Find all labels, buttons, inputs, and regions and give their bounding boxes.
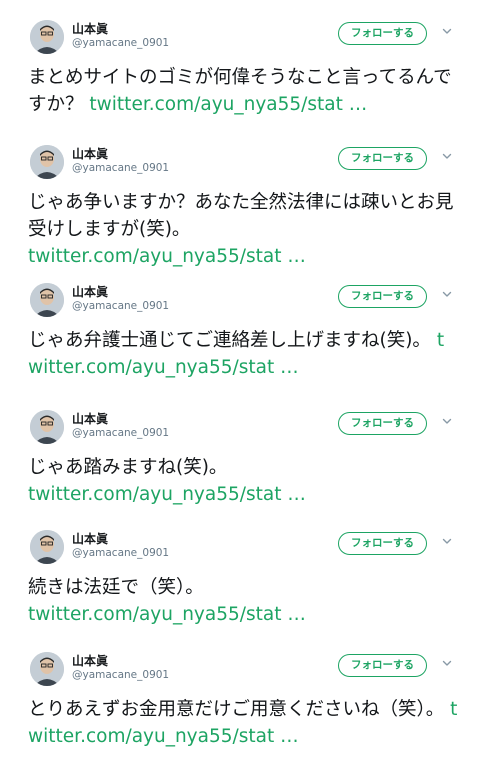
avatar[interactable] [30,652,64,686]
tweet-body: 続きは法廷で（笑）。 [28,577,204,598]
tweet-text: じゃあ弁護士通じてご連絡差し上げますね(笑)。 twitter.com/ayu_… [28,327,458,381]
tweet-body: とりあえずお金用意だけご用意くださいね（笑）。 [28,699,445,720]
author-name[interactable]: 山本眞 [72,652,108,669]
tweet-text: 続きは法廷で（笑）。 twitter.com/ayu_nya55/stat … [28,574,458,628]
avatar[interactable] [30,530,64,564]
tweet-link[interactable]: twitter.com/ayu_nya55/stat … [28,246,306,267]
tweet-text: まとめサイトのゴミが何偉そうなこと言ってるんですか？ twitter.com/a… [28,64,458,118]
avatar[interactable] [30,283,64,317]
tweet-link[interactable]: twitter.com/ayu_nya55/stat … [89,94,367,115]
follow-button[interactable]: フォローする [338,532,427,555]
author-handle[interactable]: @yamacane_0901 [72,37,169,49]
author-handle[interactable]: @yamacane_0901 [72,300,169,312]
author-handle[interactable]: @yamacane_0901 [72,162,169,174]
avatar[interactable] [30,410,64,444]
tweet-body: じゃあ弁護士通じてご連絡差し上げますね(笑)。 [28,330,431,351]
author-name[interactable]: 山本眞 [72,530,108,547]
chevron-down-icon[interactable] [442,151,452,161]
tweet-link[interactable]: twitter.com/ayu_nya55/stat … [28,484,306,505]
avatar[interactable] [30,145,64,179]
tweet-link[interactable]: twitter.com/ayu_nya55/stat … [28,604,306,625]
tweet-body: じゃあ争いますか？あなた全然法律には疎いとお見受けしますが(笑)。 [28,192,454,240]
follow-button[interactable]: フォローする [338,412,427,435]
follow-button[interactable]: フォローする [338,147,427,170]
author-name[interactable]: 山本眞 [72,410,108,427]
avatar[interactable] [30,20,64,54]
author-handle[interactable]: @yamacane_0901 [72,547,169,559]
author-name[interactable]: 山本眞 [72,20,108,37]
tweet-text: じゃあ争いますか？あなた全然法律には疎いとお見受けしますが(笑)。 twitter… [28,189,458,270]
follow-button[interactable]: フォローする [338,285,427,308]
author-handle[interactable]: @yamacane_0901 [72,427,169,439]
chevron-down-icon[interactable] [442,289,452,299]
follow-button[interactable]: フォローする [338,654,427,677]
author-name[interactable]: 山本眞 [72,145,108,162]
tweet-body: じゃあ踏みますね(笑)。 [28,457,228,478]
author-handle[interactable]: @yamacane_0901 [72,669,169,681]
author-name[interactable]: 山本眞 [72,283,108,300]
chevron-down-icon[interactable] [442,658,452,668]
tweet-text: とりあえずお金用意だけご用意くださいね（笑）。 twitter.com/ayu_… [28,696,458,750]
tweet-text: じゃあ踏みますね(笑)。 twitter.com/ayu_nya55/stat … [28,454,458,508]
chevron-down-icon[interactable] [442,26,452,36]
follow-button[interactable]: フォローする [338,22,427,45]
chevron-down-icon[interactable] [442,416,452,426]
chevron-down-icon[interactable] [442,536,452,546]
